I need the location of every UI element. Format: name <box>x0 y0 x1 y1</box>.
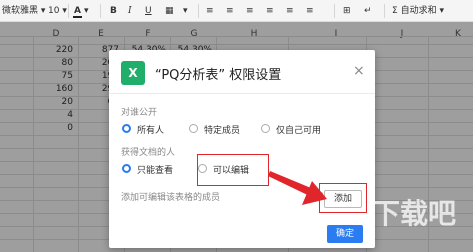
watermark-logo: 下载吧 <box>372 197 457 230</box>
